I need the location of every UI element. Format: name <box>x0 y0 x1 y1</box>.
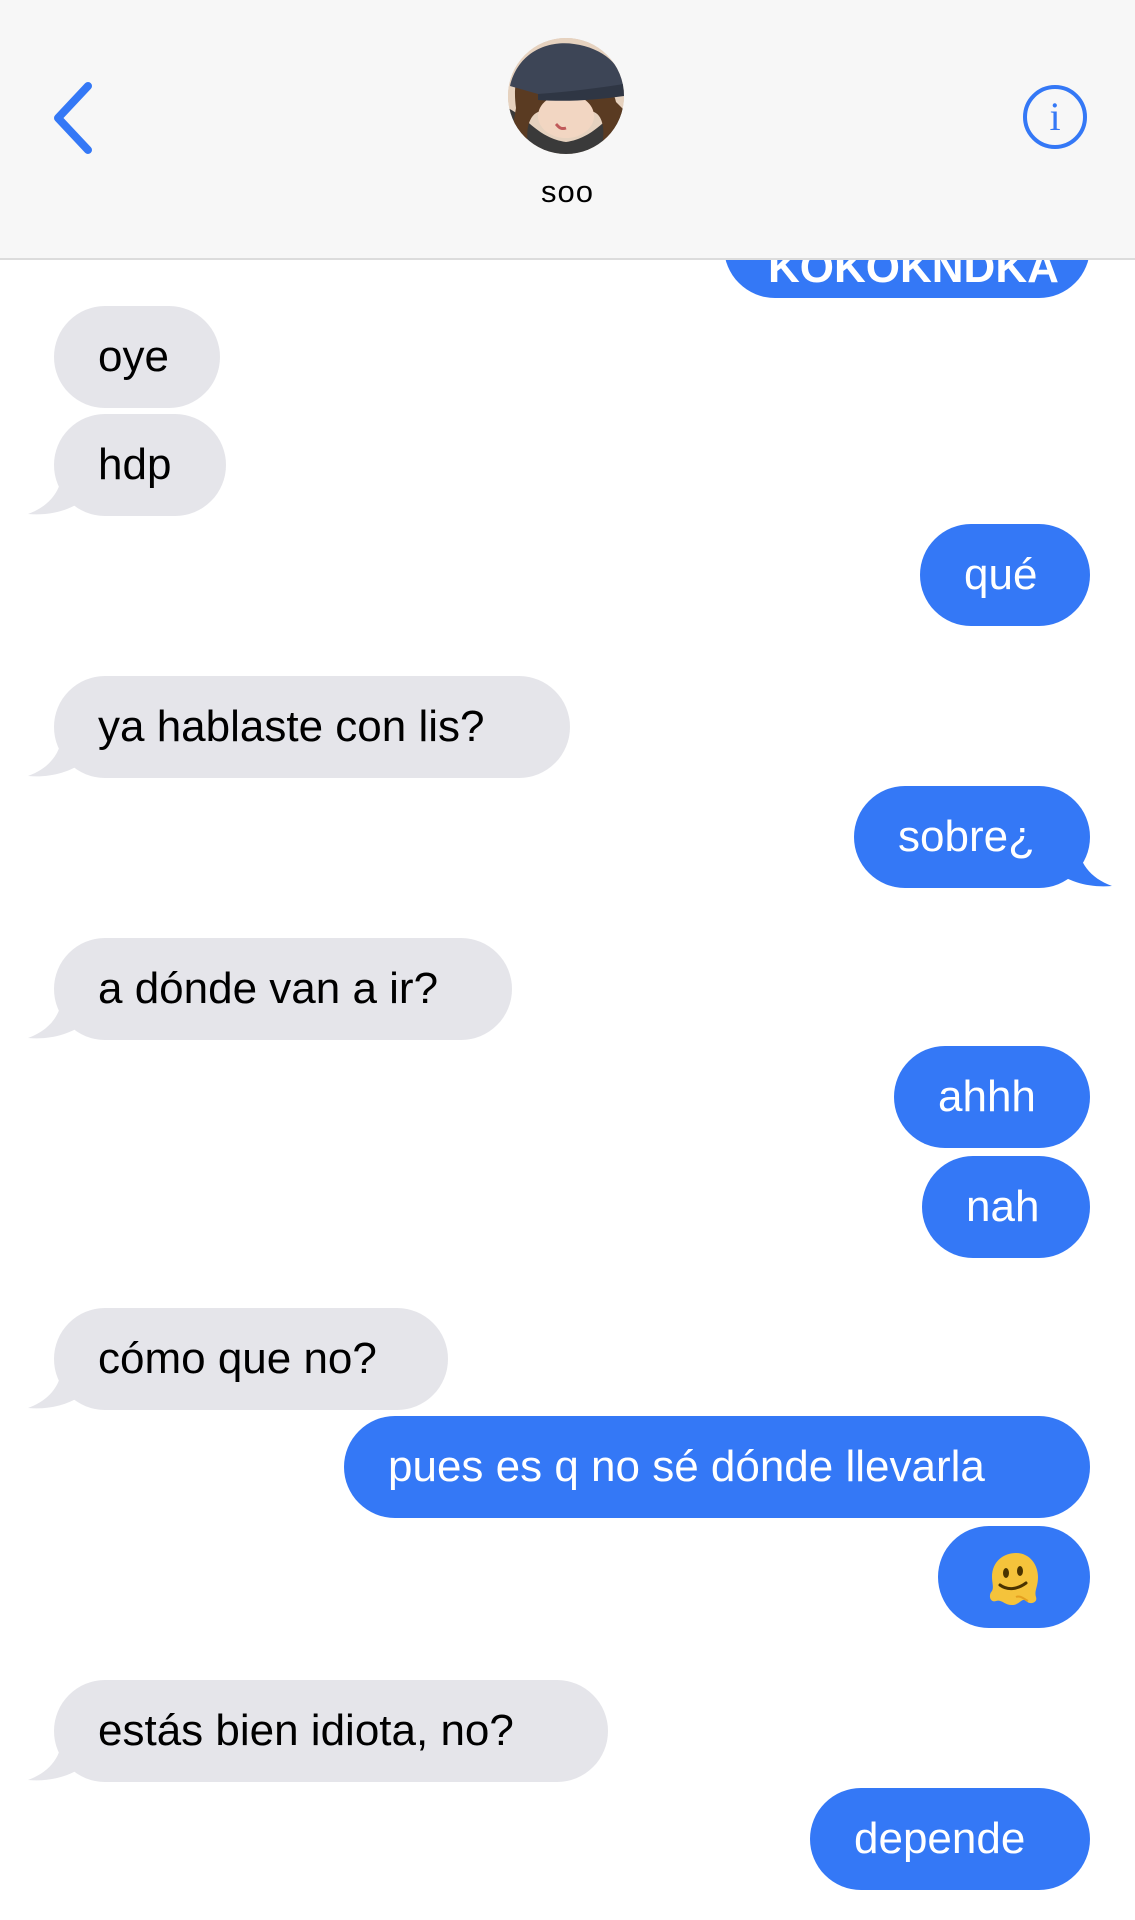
message-bubble-incoming[interactable]: estás bien idiota, no? <box>54 1680 608 1782</box>
avatar-image <box>508 38 624 154</box>
bubble-tail-incoming <box>28 1364 86 1409</box>
message-text: hdp <box>98 440 172 489</box>
message-bubble-outgoing[interactable]: ahhh <box>894 1046 1090 1148</box>
message-bubble-incoming[interactable]: cómo que no? <box>54 1308 448 1410</box>
message-text: depende <box>854 1814 1026 1863</box>
chevron-left-icon[interactable] <box>48 78 108 158</box>
message-text: nah <box>966 1182 1040 1231</box>
message-text: pues es q no sé dónde llevarla <box>388 1442 985 1491</box>
message-text: cómo que no? <box>98 1334 377 1383</box>
message-text: estás bien idiota, no? <box>98 1706 514 1755</box>
bubble-tail-outgoing <box>1054 842 1112 887</box>
contact-name[interactable]: soo <box>0 174 1135 210</box>
message-thread[interactable]: KOKOKNDKA oye hdp qué ya hablaste con li… <box>0 0 1135 1920</box>
avatar[interactable] <box>508 38 624 154</box>
bubble-tail-incoming <box>28 732 86 777</box>
message-bubble-outgoing[interactable]: nah <box>922 1156 1090 1258</box>
message-text: ya hablaste con lis? <box>98 702 485 751</box>
message-text: oye <box>98 332 169 381</box>
message-text: sobre¿ <box>898 812 1035 861</box>
message-bubble-incoming[interactable]: oye <box>54 306 220 408</box>
bubble-tail-incoming <box>28 470 86 515</box>
message-bubble-incoming[interactable]: a dónde van a ir? <box>54 938 512 1040</box>
message-text: ahhh <box>938 1072 1036 1121</box>
melting-face-emoji-icon <box>989 1553 1038 1606</box>
message-bubble-outgoing[interactable]: depende <box>810 1788 1090 1890</box>
conversation-header: soo i <box>0 0 1135 260</box>
message-bubble-incoming[interactable]: ya hablaste con lis? <box>54 676 570 778</box>
message-bubble-outgoing[interactable] <box>938 1526 1090 1628</box>
message-bubble-outgoing[interactable]: qué <box>920 524 1090 626</box>
message-text: a dónde van a ir? <box>98 964 439 1013</box>
info-icon[interactable]: i <box>1022 84 1088 150</box>
svg-text:i: i <box>1049 94 1060 139</box>
message-text: qué <box>964 550 1038 599</box>
message-bubble-outgoing[interactable]: pues es q no sé dónde llevarla <box>344 1416 1090 1518</box>
bubble-tail-incoming <box>28 994 86 1039</box>
bubble-tail-incoming <box>28 1736 86 1781</box>
